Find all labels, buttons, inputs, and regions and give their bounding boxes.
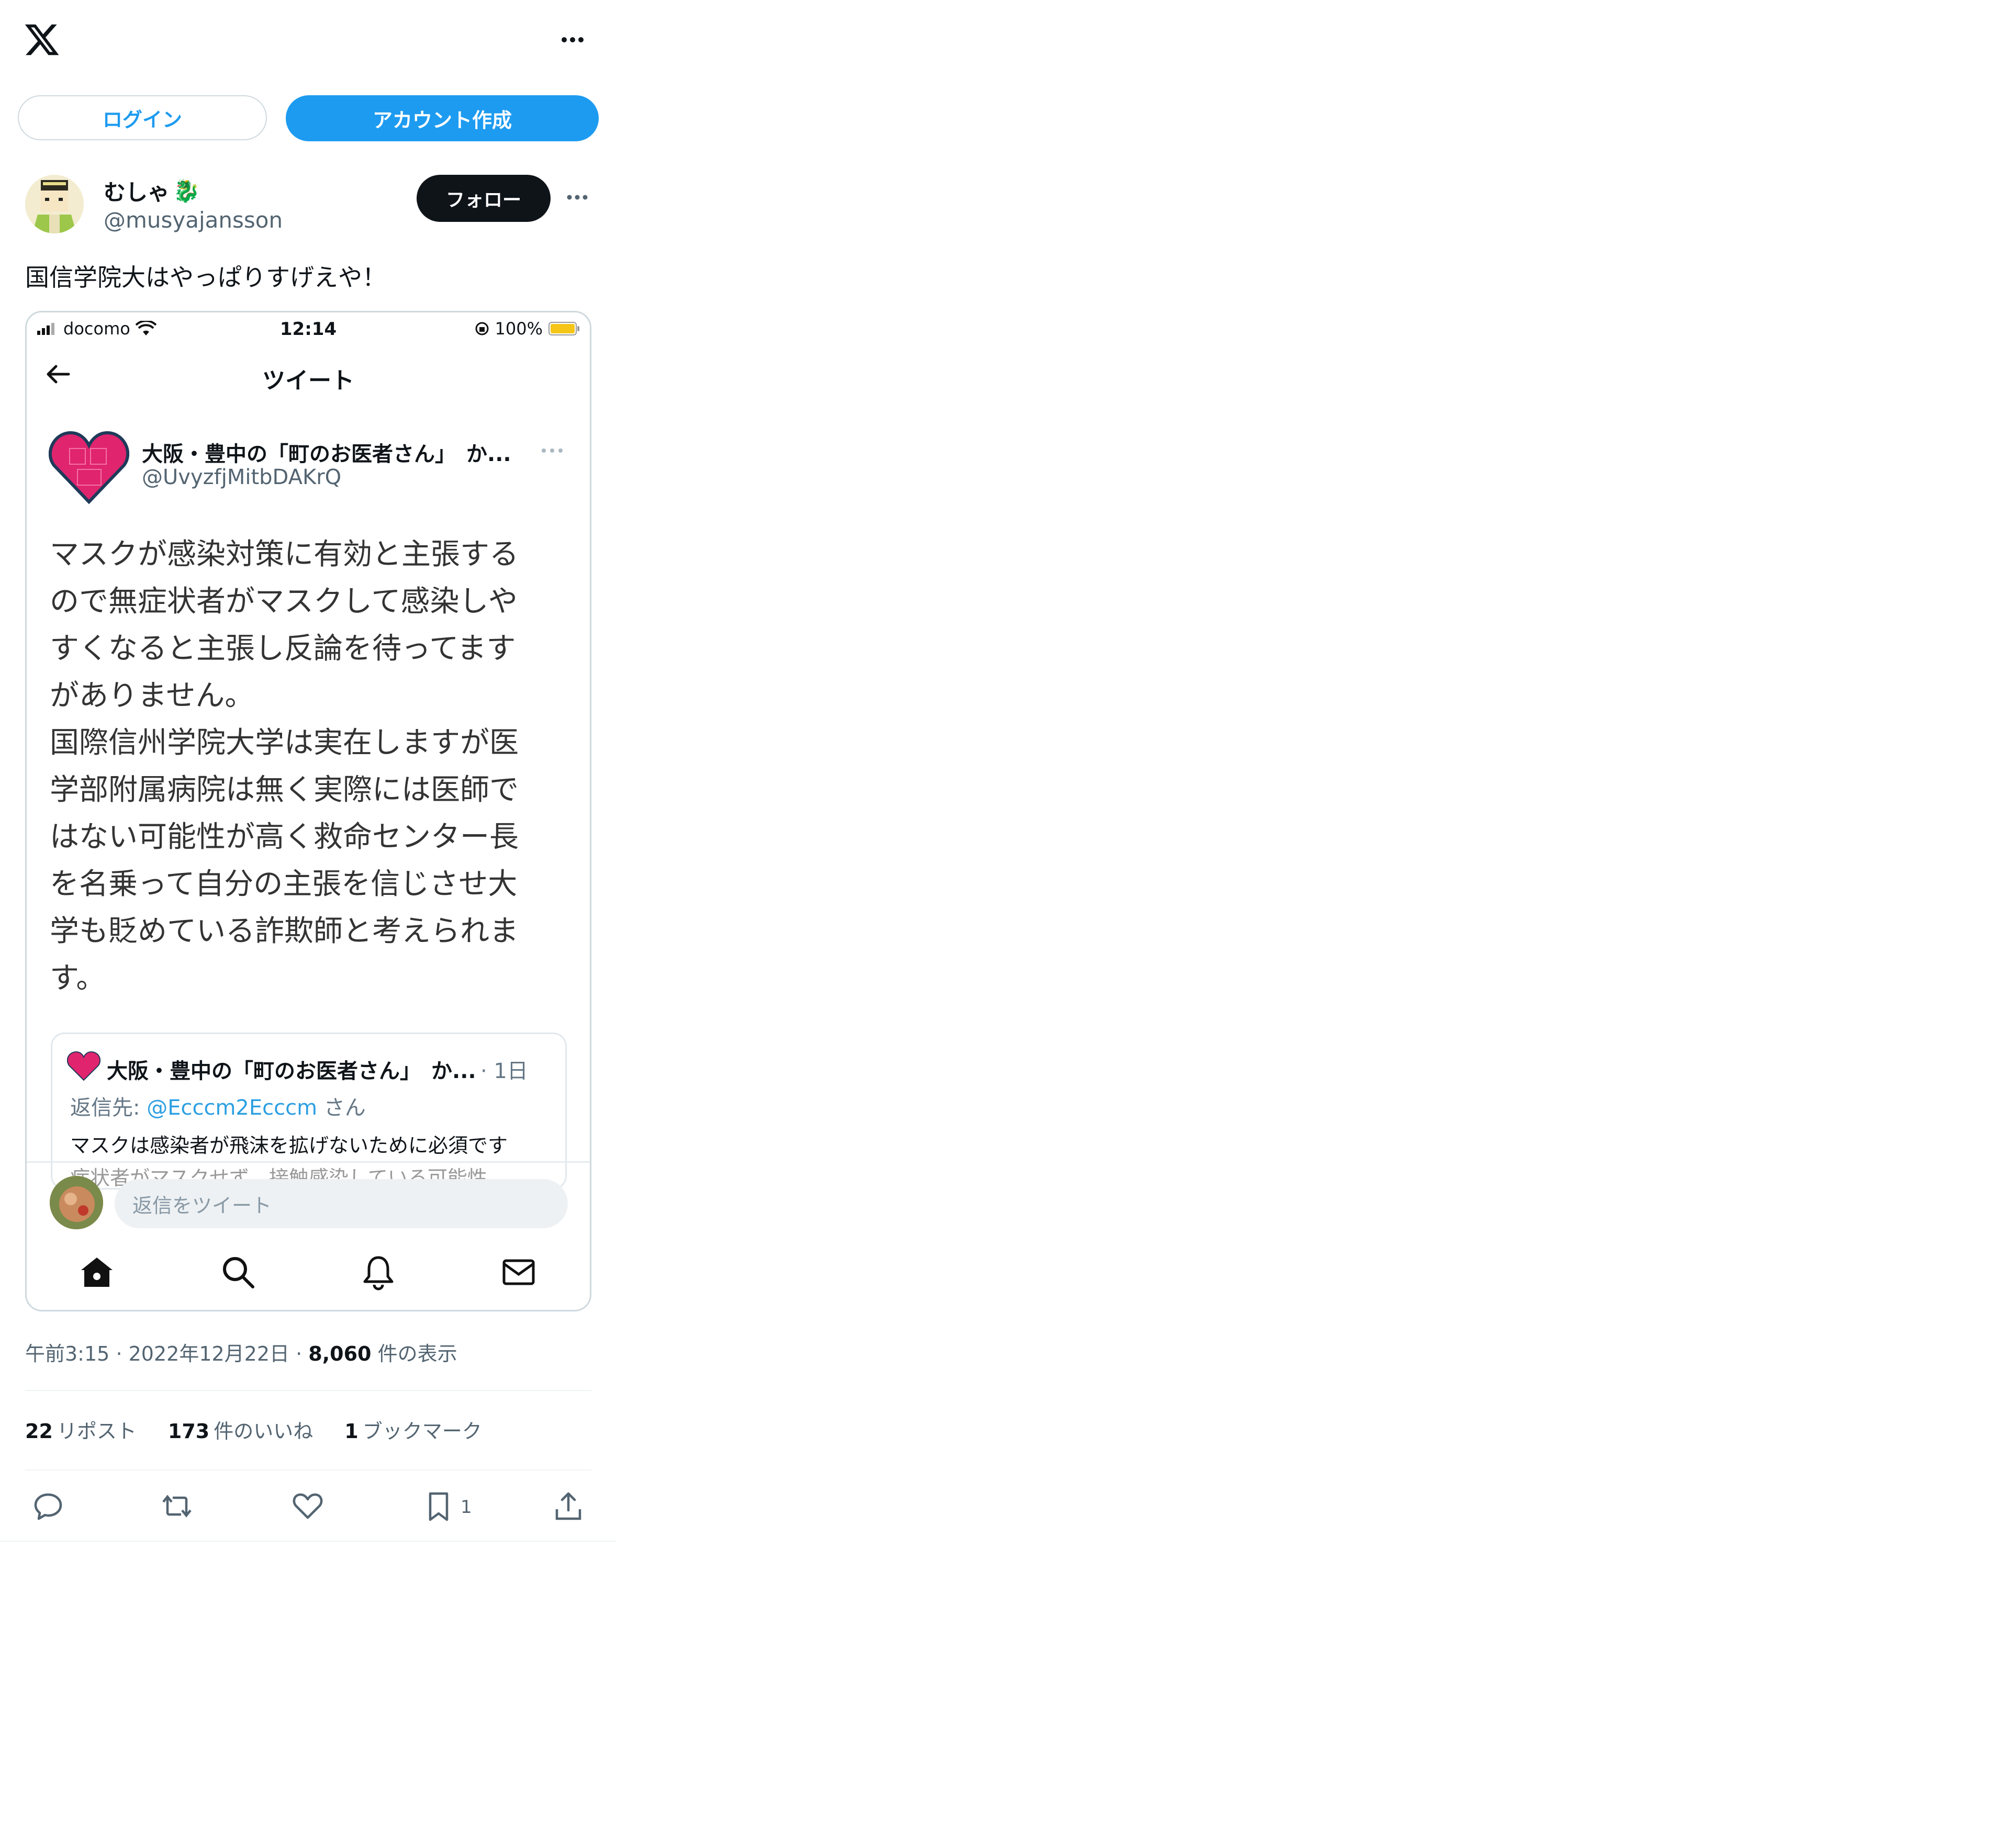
reply-user-avatar[interactable] <box>50 1176 103 1229</box>
quoted-tweet-body: マスクが感染対策に有効と主張する ので無症状者がマスクして感染しや すくなると主… <box>50 537 519 995</box>
repost-label: リポスト <box>57 1420 137 1443</box>
quoted-author-name[interactable]: 大阪・豊中の「町のお医者さん」 か... <box>142 437 511 467</box>
repost-icon[interactable] <box>160 1489 194 1523</box>
divider <box>0 1541 617 1542</box>
reply-mention-link[interactable]: @Ecccm2Ecccm <box>147 1096 317 1120</box>
view-count: 8,060 <box>308 1342 372 1365</box>
divider <box>25 1469 591 1471</box>
divider <box>27 1161 590 1163</box>
battery-icon <box>548 322 579 335</box>
battery-percent: 100% <box>495 319 543 339</box>
messages-envelope-icon[interactable] <box>499 1252 539 1292</box>
author-name[interactable]: むしゃ 🐉 <box>104 175 200 207</box>
quoted-more-icon[interactable] <box>540 445 565 456</box>
author-avatar[interactable] <box>25 175 84 233</box>
small-heart-avatar-icon <box>67 1051 100 1081</box>
dragon-emoji-icon: 🐉 <box>173 177 200 204</box>
bookmark-icon[interactable] <box>422 1489 455 1523</box>
view-label: 件の表示 <box>377 1342 457 1365</box>
repost-stat[interactable]: 22 リポスト <box>25 1415 137 1444</box>
bookmark-stat[interactable]: 1 ブックマーク <box>344 1415 481 1444</box>
like-stat[interactable]: 173 件のいいね <box>168 1415 313 1444</box>
tweet-text: 国信学院大はやっぱりすげえや！ <box>25 263 386 291</box>
inner-card-date: · 1日 <box>480 1059 528 1083</box>
heart-avatar-icon[interactable] <box>49 428 129 505</box>
like-label: 件のいいね <box>214 1420 313 1443</box>
author-handle[interactable]: @musyajansson <box>104 207 283 233</box>
divider <box>25 1390 591 1391</box>
nav-title: ツイート <box>262 367 354 394</box>
login-button[interactable]: ログイン <box>18 95 267 140</box>
inner-quoted-card[interactable]: 大阪・豊中の「町のお医者さん」 か... · 1日 返信先: @Ecccm2Ec… <box>51 1033 567 1190</box>
more-options-icon[interactable] <box>558 30 587 49</box>
reply-icon[interactable] <box>31 1489 65 1523</box>
create-account-button[interactable]: アカウント作成 <box>286 95 599 141</box>
reply-suffix: さん <box>317 1096 366 1120</box>
quoted-author-handle[interactable]: @UvyzfjMitbDAKrQ <box>142 465 341 489</box>
bookmark-count: 1 <box>344 1420 359 1443</box>
main-column: ログイン アカウント作成 むしゃ 🐉 @musyajansson フォロー 国信… <box>0 0 617 1543</box>
engagement-stats: 22 リポスト 173 件のいいね 1 ブックマーク <box>25 1415 482 1444</box>
share-icon[interactable] <box>552 1489 585 1523</box>
author-name-text: むしゃ <box>104 179 170 205</box>
home-icon[interactable] <box>77 1252 117 1292</box>
like-count: 173 <box>167 1420 210 1443</box>
like-heart-icon[interactable] <box>291 1489 324 1523</box>
follow-button[interactable]: フォロー <box>417 175 551 222</box>
tweet-timestamp-views: 午前3:15 · 2022年12月22日 · 8,060 件の表示 <box>25 1338 457 1366</box>
avatar-illustration-icon <box>25 175 84 233</box>
tweet-time[interactable]: 午前3:15 <box>25 1342 109 1365</box>
bookmark-action-count: 1 <box>461 1497 472 1518</box>
food-photo-icon <box>50 1176 103 1229</box>
separator: · <box>116 1342 129 1365</box>
tweet-more-icon[interactable] <box>565 189 589 205</box>
attached-screenshot[interactable]: docomo 12:14 100% ツイート 大阪・豊中の「町のお医者さん」 か… <box>25 311 591 1311</box>
notifications-bell-icon[interactable] <box>359 1252 398 1292</box>
inner-card-reply-to: 返信先: @Ecccm2Ecccm さん <box>70 1091 366 1121</box>
separator: · <box>296 1342 309 1365</box>
tweet-date[interactable]: 2022年12月22日 <box>129 1342 289 1365</box>
page: ログイン アカウント作成 むしゃ 🐉 @musyajansson フォロー 国信… <box>0 0 2016 1840</box>
reply-input[interactable]: 返信をツイート <box>115 1179 568 1228</box>
inner-card-text: マスクは感染者が飛沫を拡げないために必須です <box>70 1134 508 1157</box>
x-logo-icon[interactable] <box>23 21 61 59</box>
inner-card-author-name: 大阪・豊中の「町のお医者さん」 か... <box>107 1059 476 1083</box>
reply-prefix: 返信先: <box>70 1096 147 1120</box>
repost-count: 22 <box>25 1420 53 1443</box>
bookmark-label: ブックマーク <box>362 1420 482 1443</box>
search-icon[interactable] <box>218 1252 258 1292</box>
status-battery: 100% <box>474 319 580 339</box>
rotation-lock-icon <box>475 322 489 335</box>
